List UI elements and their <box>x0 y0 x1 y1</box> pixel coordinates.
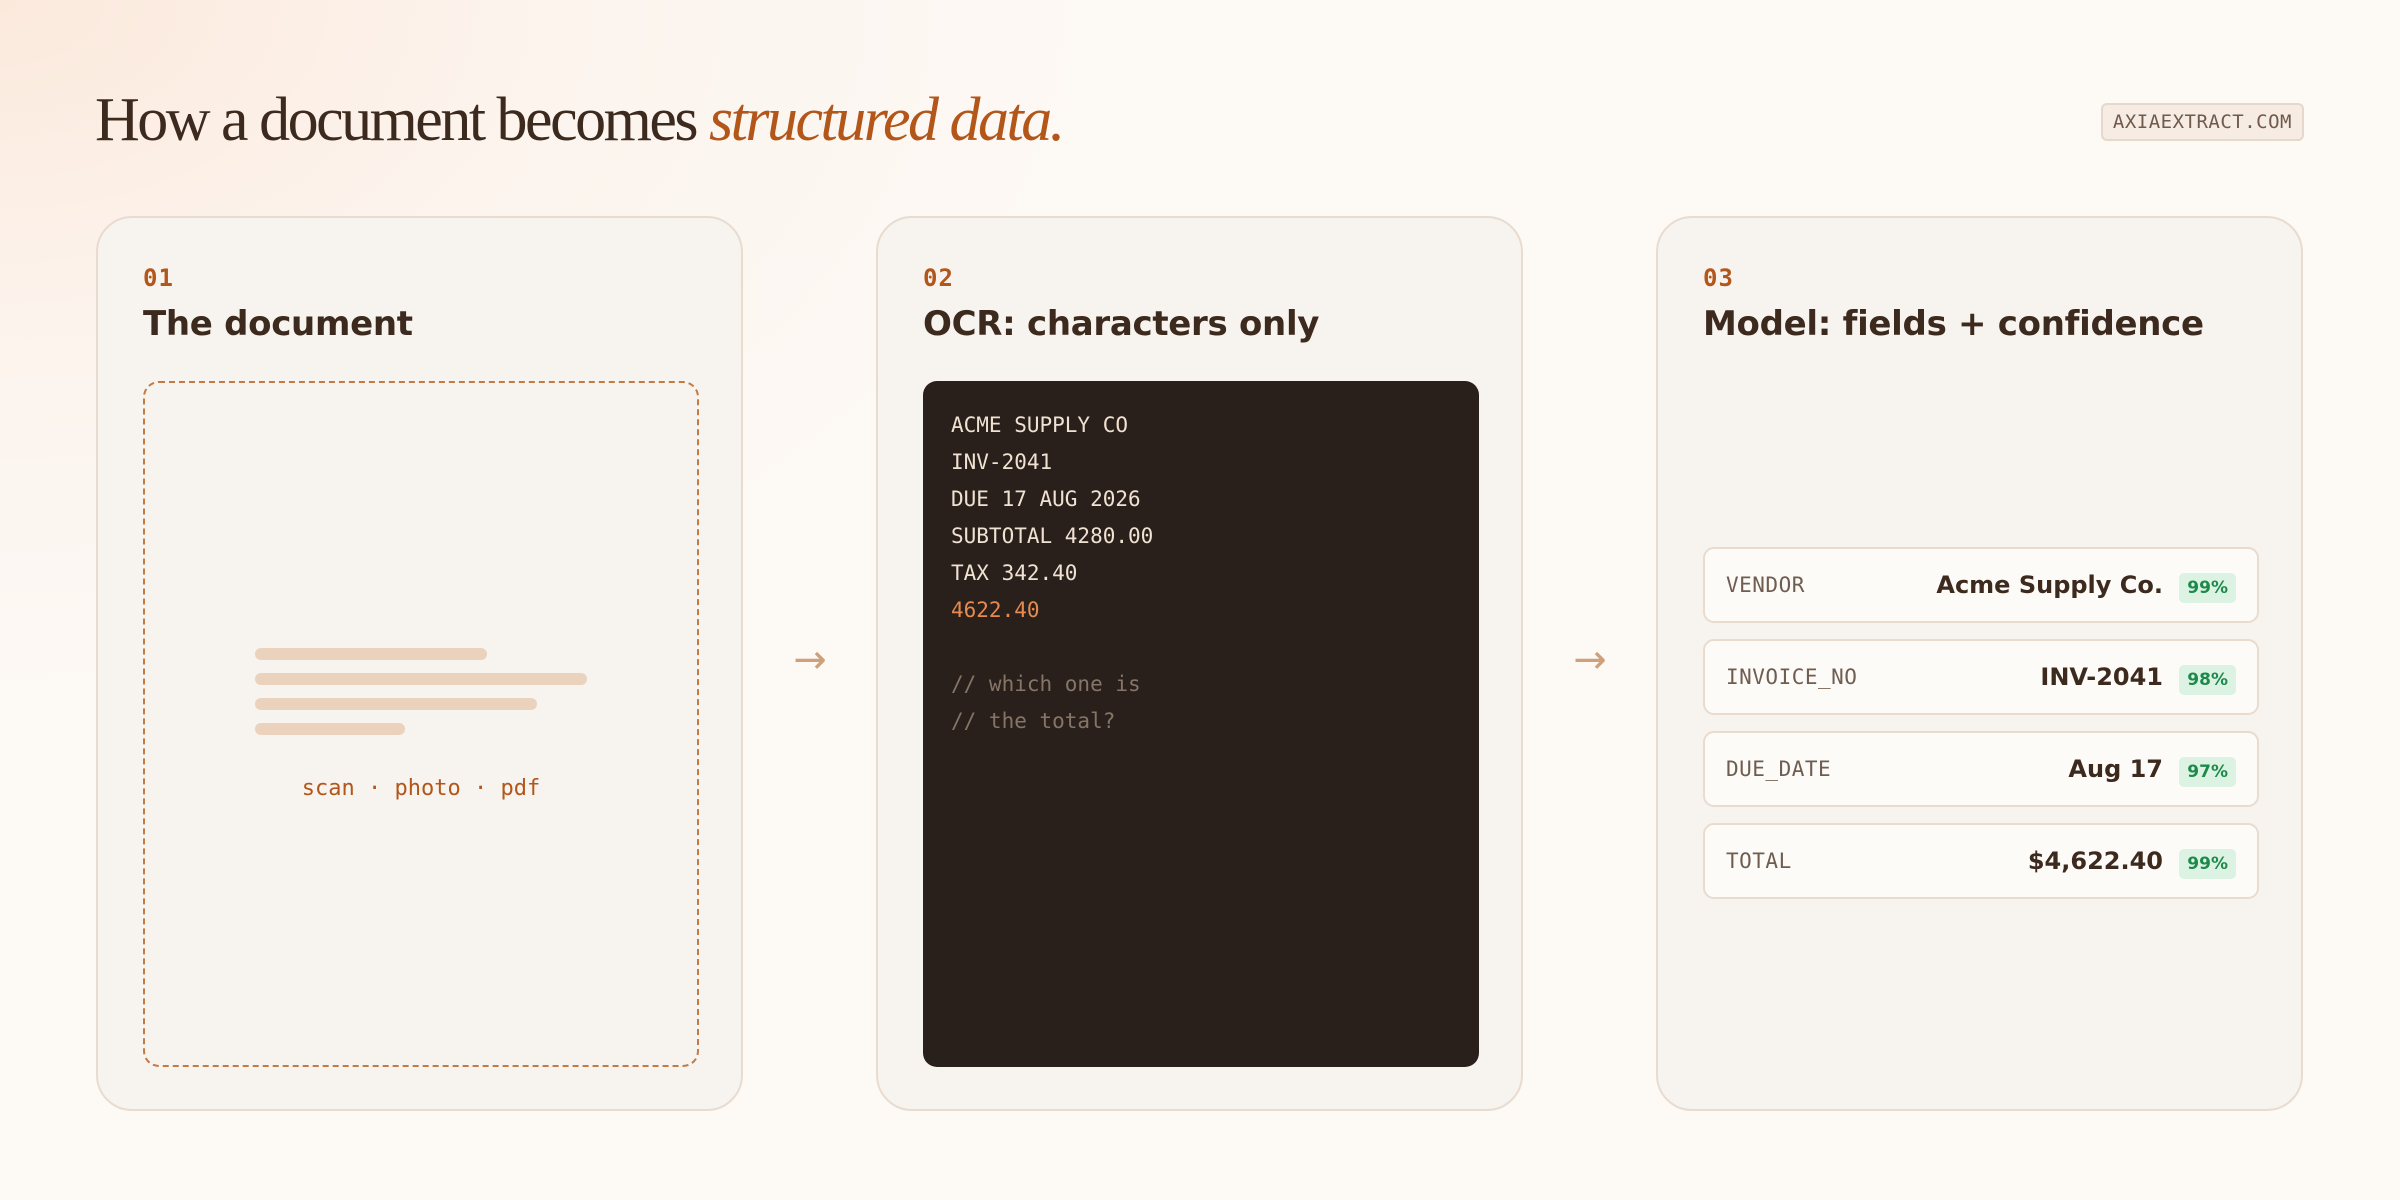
ocr-output: ACME SUPPLY CO INV-2041 DUE 17 AUG 2026 … <box>923 381 1479 1067</box>
step-number: 02 <box>923 264 954 292</box>
site-badge: AXIAEXTRACT.COM <box>2100 103 2304 141</box>
ocr-line: INV-2041 <box>951 450 1053 474</box>
document-dropzone[interactable]: scan · photo · pdf <box>143 381 699 1067</box>
document-line <box>255 723 405 735</box>
arrow-right-icon: → <box>1573 637 1607 683</box>
field-row-vendor: VENDOR Acme Supply Co. 99% <box>1703 547 2259 623</box>
step-card-model: 03 Model: fields + confidence VENDOR Acm… <box>1656 216 2303 1111</box>
ocr-line: TAX 342.40 <box>951 561 1078 585</box>
ocr-line: ACME SUPPLY CO <box>951 413 1129 437</box>
confidence-badge: 99% <box>2179 573 2236 603</box>
arrow-right-icon: → <box>793 637 827 683</box>
step-card-ocr: 02 OCR: characters only ACME SUPPLY CO I… <box>876 216 1523 1111</box>
step-number: 01 <box>143 264 174 292</box>
field-key: TOTAL <box>1726 849 1792 873</box>
step-title: OCR: characters only <box>923 304 1320 344</box>
ocr-line-highlight: 4622.40 <box>951 598 1040 622</box>
ocr-comment: // the total? <box>951 709 1116 733</box>
page-title: How a document becomes structured data. <box>95 80 1065 160</box>
document-line <box>255 673 587 685</box>
confidence-badge: 98% <box>2179 665 2236 695</box>
confidence-badge: 97% <box>2179 757 2236 787</box>
field-key: VENDOR <box>1726 573 1805 597</box>
field-key: DUE_DATE <box>1726 757 1832 781</box>
field-value: Aug 17 <box>2068 755 2163 783</box>
ocr-comment: // which one is <box>951 672 1141 696</box>
extracted-fields: VENDOR Acme Supply Co. 99% INVOICE_NO IN… <box>1703 547 2259 915</box>
field-value: Acme Supply Co. <box>1936 571 2163 599</box>
title-accent: structured data. <box>708 86 1065 154</box>
field-row-invoice-no: INVOICE_NO INV-2041 98% <box>1703 639 2259 715</box>
step-number: 03 <box>1703 264 1734 292</box>
field-key: INVOICE_NO <box>1726 665 1858 689</box>
document-line <box>255 648 487 660</box>
title-main: How a document becomes <box>95 86 698 154</box>
ocr-line: DUE 17 AUG 2026 <box>951 487 1141 511</box>
step-card-document: 01 The document scan · photo · pdf <box>96 216 743 1111</box>
step-title: The document <box>143 304 413 344</box>
field-value: $4,622.40 <box>2027 847 2163 875</box>
step-title: Model: fields + confidence <box>1703 304 2204 344</box>
ocr-line: SUBTOTAL 4280.00 <box>951 524 1154 548</box>
field-value: INV-2041 <box>2040 663 2163 691</box>
document-line <box>255 698 537 710</box>
confidence-badge: 99% <box>2179 849 2236 879</box>
field-row-total: TOTAL $4,622.40 99% <box>1703 823 2259 899</box>
field-row-due-date: DUE_DATE Aug 17 97% <box>1703 731 2259 807</box>
document-formats-caption: scan · photo · pdf <box>301 776 541 801</box>
